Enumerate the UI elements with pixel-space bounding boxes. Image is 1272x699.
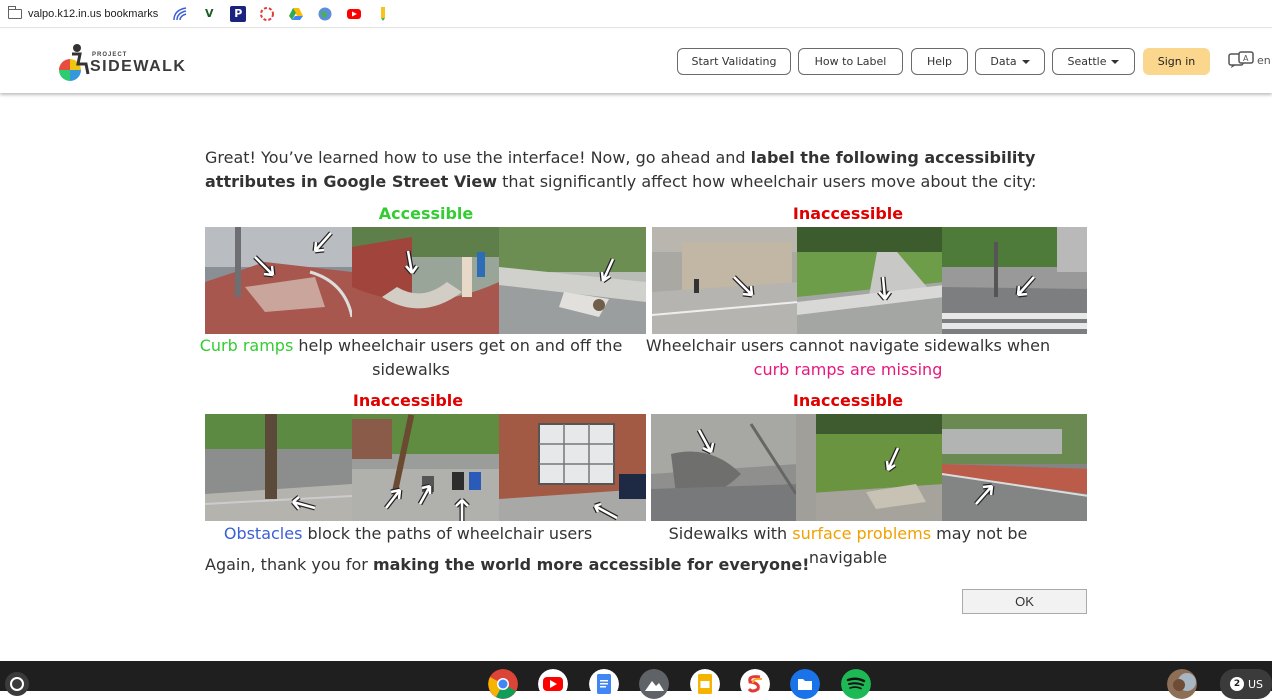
caret-down-icon: [1111, 59, 1120, 64]
avatar[interactable]: [1167, 669, 1197, 699]
spotify-icon[interactable]: [841, 669, 871, 699]
translate-icon: A: [1228, 51, 1254, 68]
language-label: en: [1257, 53, 1271, 67]
globe-icon[interactable]: [317, 6, 333, 22]
street-photo: [205, 414, 352, 521]
sign-in-button[interactable]: Sign in: [1143, 48, 1210, 75]
folder-icon: [8, 5, 22, 19]
vimeo-v-icon[interactable]: V: [201, 6, 217, 22]
intro-part1: Great! You’ve learned how to use the int…: [205, 148, 751, 167]
intro-part2: that significantly affect how wheelchair…: [497, 172, 1037, 191]
caption-pre: Wheelchair users cannot navigate sidewal…: [645, 336, 1051, 355]
curb-ramps-highlight: Curb ramps: [199, 336, 294, 355]
svg-text:A: A: [1243, 54, 1249, 63]
locale-label: US: [1248, 677, 1264, 691]
caption-curb-ramps: Curb ramps help wheelchair users get on …: [190, 334, 632, 382]
drive-icon[interactable]: [288, 6, 304, 22]
chrome-icon[interactable]: [488, 669, 518, 699]
signal-icon[interactable]: [172, 6, 188, 22]
street-photo: [797, 227, 942, 334]
curb-ramps-image-strip: [205, 227, 647, 334]
caption-rest: help wheelchair users get on and off the…: [293, 336, 623, 379]
street-photo: [352, 227, 499, 334]
caption-missing-curb-ramps: Wheelchair users cannot navigate sidewal…: [627, 334, 1069, 382]
missing-curb-ramps-image-strip: [652, 227, 1087, 334]
files-icon[interactable]: [790, 669, 820, 699]
closing-text: Again, thank you for making the world mo…: [205, 555, 809, 574]
obstacles-image-strip: [205, 414, 646, 521]
city-dropdown[interactable]: Seattle: [1052, 48, 1135, 75]
help-button[interactable]: Help: [911, 48, 968, 75]
street-photo: [651, 414, 797, 521]
caption-rest: block the paths of wheelchair users: [302, 524, 593, 543]
street-photo: [499, 227, 646, 334]
bookmark-folder[interactable]: valpo.k12.in.us bookmarks: [8, 5, 159, 20]
obstacles-highlight: Obstacles: [223, 524, 303, 543]
surface-problems-highlight: surface problems: [792, 524, 932, 543]
ok-button[interactable]: OK: [962, 589, 1087, 614]
notification-count-badge: 2: [1230, 677, 1244, 691]
how-to-label-button[interactable]: How to Label: [798, 48, 903, 75]
os-taskbar: 2 US: [0, 661, 1272, 699]
street-photo: [205, 227, 352, 334]
slides-icon[interactable]: [690, 669, 720, 699]
sketch-icon[interactable]: [740, 669, 770, 699]
section-title-inaccessible: Inaccessible: [352, 391, 464, 410]
street-photo: [942, 227, 1087, 334]
youtube-icon[interactable]: [538, 669, 568, 699]
street-photo: [652, 227, 797, 334]
site-header: PROJECT SIDEWALK Start Validating How to…: [0, 29, 1272, 93]
bookmark-folder-label: valpo.k12.in.us bookmarks: [28, 7, 159, 20]
street-photo: [796, 414, 942, 521]
start-validating-label: Start Validating: [691, 55, 777, 68]
data-dropdown-label: Data: [990, 55, 1017, 68]
closing-bold: making the world more accessible for eve…: [372, 555, 810, 574]
caret-down-icon: [1021, 59, 1030, 64]
logo-sidewalk-text: SIDEWALK: [90, 58, 187, 75]
section-title-accessible: Accessible: [378, 204, 474, 223]
wheelchair-logo-icon: [59, 44, 90, 81]
target-icon[interactable]: [259, 6, 275, 22]
bookmarks-bar: valpo.k12.in.us bookmarks V P: [0, 0, 1272, 28]
street-photo: [499, 414, 646, 521]
caption-obstacles: Obstacles block the paths of wheelchair …: [187, 522, 629, 546]
street-photo: [352, 414, 499, 521]
sign-in-label: Sign in: [1157, 55, 1196, 68]
caption-pre: Sidewalks with: [668, 524, 793, 543]
language-selector[interactable]: A en: [1228, 51, 1271, 69]
section-title-inaccessible: Inaccessible: [792, 391, 904, 410]
pencil-icon[interactable]: [375, 6, 391, 22]
section-title-inaccessible: Inaccessible: [792, 204, 904, 223]
p-icon[interactable]: P: [230, 5, 247, 22]
surface-problems-image-strip: [651, 414, 1087, 521]
launcher-icon[interactable]: [5, 672, 29, 696]
project-sidewalk-logo[interactable]: PROJECT SIDEWALK: [56, 42, 196, 82]
docs-icon[interactable]: [589, 669, 619, 699]
city-dropdown-label: Seattle: [1067, 55, 1107, 68]
intro-text: Great! You’ve learned how to use the int…: [205, 146, 1095, 194]
youtube-icon[interactable]: [346, 6, 362, 22]
system-tray[interactable]: 2 US: [1220, 669, 1272, 699]
missing-curb-ramps-highlight: curb ramps are missing: [753, 360, 943, 379]
how-to-label-label: How to Label: [814, 55, 887, 68]
start-validating-button[interactable]: Start Validating: [677, 48, 791, 75]
street-photo: [941, 414, 1087, 521]
closing-pre: Again, thank you for: [205, 555, 373, 574]
help-label: Help: [926, 55, 953, 68]
photos-icon[interactable]: [639, 669, 669, 699]
data-dropdown[interactable]: Data: [975, 48, 1045, 75]
